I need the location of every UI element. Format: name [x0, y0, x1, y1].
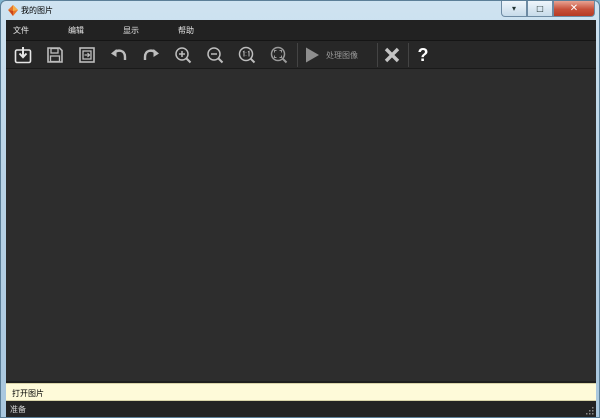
- menu-view[interactable]: 显示: [123, 25, 139, 36]
- play-icon: [306, 47, 319, 63]
- hint-bar: 打开图片: [6, 383, 596, 401]
- close-button[interactable]: ✕: [553, 1, 595, 17]
- zoom-out-icon: [207, 47, 224, 64]
- title-bar[interactable]: 我的图片 ▾ □ ✕: [1, 1, 599, 20]
- status-text: 准备: [10, 405, 26, 414]
- save-button[interactable]: [43, 43, 67, 67]
- process-image-label: 处理图像: [326, 50, 358, 60]
- resize-grip-icon[interactable]: [585, 406, 594, 415]
- menu-edit[interactable]: 编辑: [68, 25, 84, 36]
- fit-window-button[interactable]: [267, 43, 291, 67]
- zoom-in-icon: [175, 47, 192, 64]
- zoom-out-button[interactable]: [203, 43, 227, 67]
- menu-help[interactable]: 帮助: [178, 25, 194, 36]
- export-button[interactable]: [75, 43, 99, 67]
- maximize-button[interactable]: □: [527, 1, 553, 17]
- menu-file[interactable]: 文件: [13, 25, 29, 36]
- hint-text: 打开图片: [12, 389, 44, 398]
- redo-button[interactable]: [139, 43, 163, 67]
- zoom-in-button[interactable]: [171, 43, 195, 67]
- open-icon: [14, 47, 32, 64]
- caption-buttons: ▾ □ ✕: [501, 1, 595, 18]
- toolbar-separator: [408, 43, 409, 67]
- toolbar: 处理图像 ?: [6, 41, 596, 69]
- close-x-icon: [384, 47, 400, 63]
- toolbar-separator: [377, 43, 378, 67]
- undo-icon: [111, 49, 127, 60]
- help-button[interactable]: ?: [412, 43, 434, 67]
- save-icon: [47, 47, 63, 63]
- app-window: 我的图片 ▾ □ ✕ 文件 编辑 显示 帮助 处理图像 ? 打开图片 准备: [0, 0, 600, 418]
- export-icon: [79, 47, 95, 63]
- open-button[interactable]: [11, 43, 35, 67]
- close-image-button[interactable]: [380, 43, 404, 67]
- process-image-button[interactable]: 处理图像: [302, 43, 374, 67]
- fit-window-icon: [270, 46, 288, 64]
- menu-bar: 文件 编辑 显示 帮助: [6, 20, 596, 41]
- image-canvas[interactable]: [6, 69, 596, 383]
- app-logo-icon: [8, 5, 18, 16]
- minimize-button[interactable]: ▾: [501, 1, 527, 17]
- actual-size-icon: [238, 46, 256, 64]
- undo-button[interactable]: [107, 43, 131, 67]
- toolbar-separator: [297, 43, 298, 67]
- redo-icon: [143, 49, 159, 60]
- status-bar: 准备: [6, 401, 596, 417]
- client-area: 文件 编辑 显示 帮助 处理图像 ? 打开图片 准备: [6, 20, 596, 417]
- window-title: 我的图片: [21, 6, 53, 15]
- actual-size-button[interactable]: [235, 43, 259, 67]
